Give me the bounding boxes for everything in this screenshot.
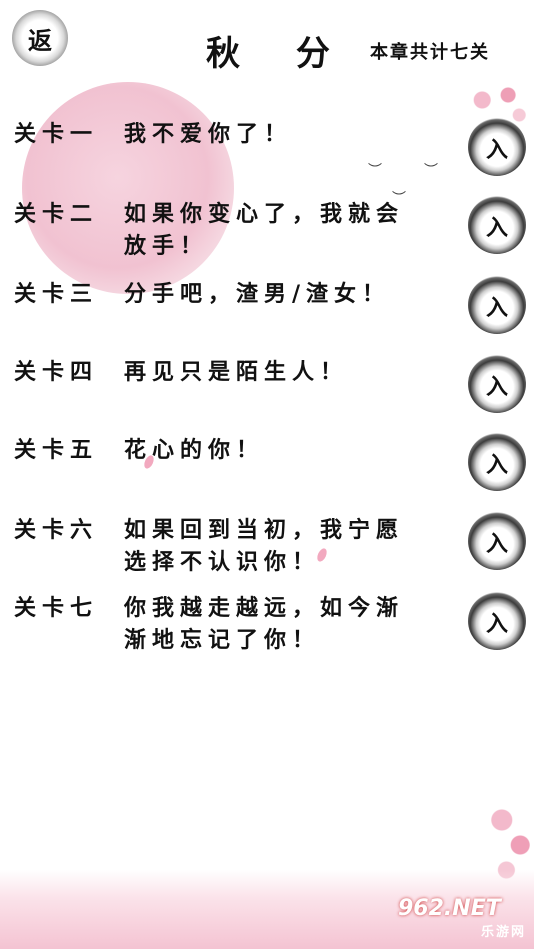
enter-level-1-button[interactable]: 入: [468, 118, 526, 176]
bird-icon: ︶: [368, 163, 382, 179]
level-name: 我不爱你了！: [124, 121, 293, 147]
enter-button-label: 入: [485, 452, 508, 478]
level-name: 你我越走越远，如今渐渐地忘记了你！: [124, 595, 405, 653]
enter-level-7-button[interactable]: 入: [468, 592, 526, 650]
enter-button-label: 入: [485, 137, 508, 163]
level-row: 关卡七 你我越走越远，如今渐渐地忘记了你！: [14, 592, 434, 656]
level-row: 关卡一 我不爱你了！: [14, 118, 434, 150]
back-button[interactable]: 返: [12, 10, 68, 66]
level-row: 关卡三 分手吧，渣男/渣女！: [14, 278, 434, 310]
level-label: 关卡一: [14, 121, 99, 147]
chapter-total-text: 本章共计七关: [370, 42, 490, 63]
level-label: 关卡二: [14, 201, 99, 227]
watermark-top: 962.NET: [398, 896, 501, 921]
enter-level-6-button[interactable]: 入: [468, 512, 526, 570]
watermark-bottom: 乐游网: [480, 925, 526, 940]
enter-level-5-button[interactable]: 入: [468, 433, 526, 491]
level-label: 关卡七: [14, 595, 99, 621]
enter-button-label: 入: [485, 295, 508, 321]
level-label: 关卡四: [14, 359, 99, 385]
enter-level-3-button[interactable]: 入: [468, 276, 526, 334]
level-label: 关卡六: [14, 517, 99, 543]
level-row: 关卡四 再见只是陌生人！: [14, 356, 434, 388]
level-row: 关卡五 花心的你！: [14, 434, 434, 466]
decorative-moon: [22, 82, 234, 294]
level-row: 关卡六 如果回到当初，我宁愿选择不认识你！: [14, 514, 434, 578]
level-name: 再见只是陌生人！: [124, 359, 349, 385]
enter-level-4-button[interactable]: 入: [468, 355, 526, 413]
level-label: 关卡五: [14, 437, 99, 463]
enter-button-label: 入: [485, 215, 508, 241]
back-button-label: 返: [28, 25, 52, 55]
bird-icon: ︶: [424, 163, 438, 179]
enter-button-label: 入: [485, 611, 508, 637]
site-watermark: 962.NET 乐游网: [398, 896, 526, 944]
level-name: 如果回到当初，我宁愿选择不认识你！: [124, 517, 405, 575]
page-title: 秋 分: [206, 34, 352, 74]
enter-button-label: 入: [485, 531, 508, 557]
enter-button-label: 入: [485, 374, 508, 400]
enter-level-2-button[interactable]: 入: [468, 196, 526, 254]
level-row: 关卡二 如果你变心了，我就会放手！: [14, 198, 434, 262]
level-label: 关卡三: [14, 281, 99, 307]
level-name: 分手吧，渣男/渣女！: [124, 281, 391, 307]
level-name: 花心的你！: [124, 437, 265, 463]
level-name: 如果你变心了，我就会放手！: [124, 201, 405, 259]
